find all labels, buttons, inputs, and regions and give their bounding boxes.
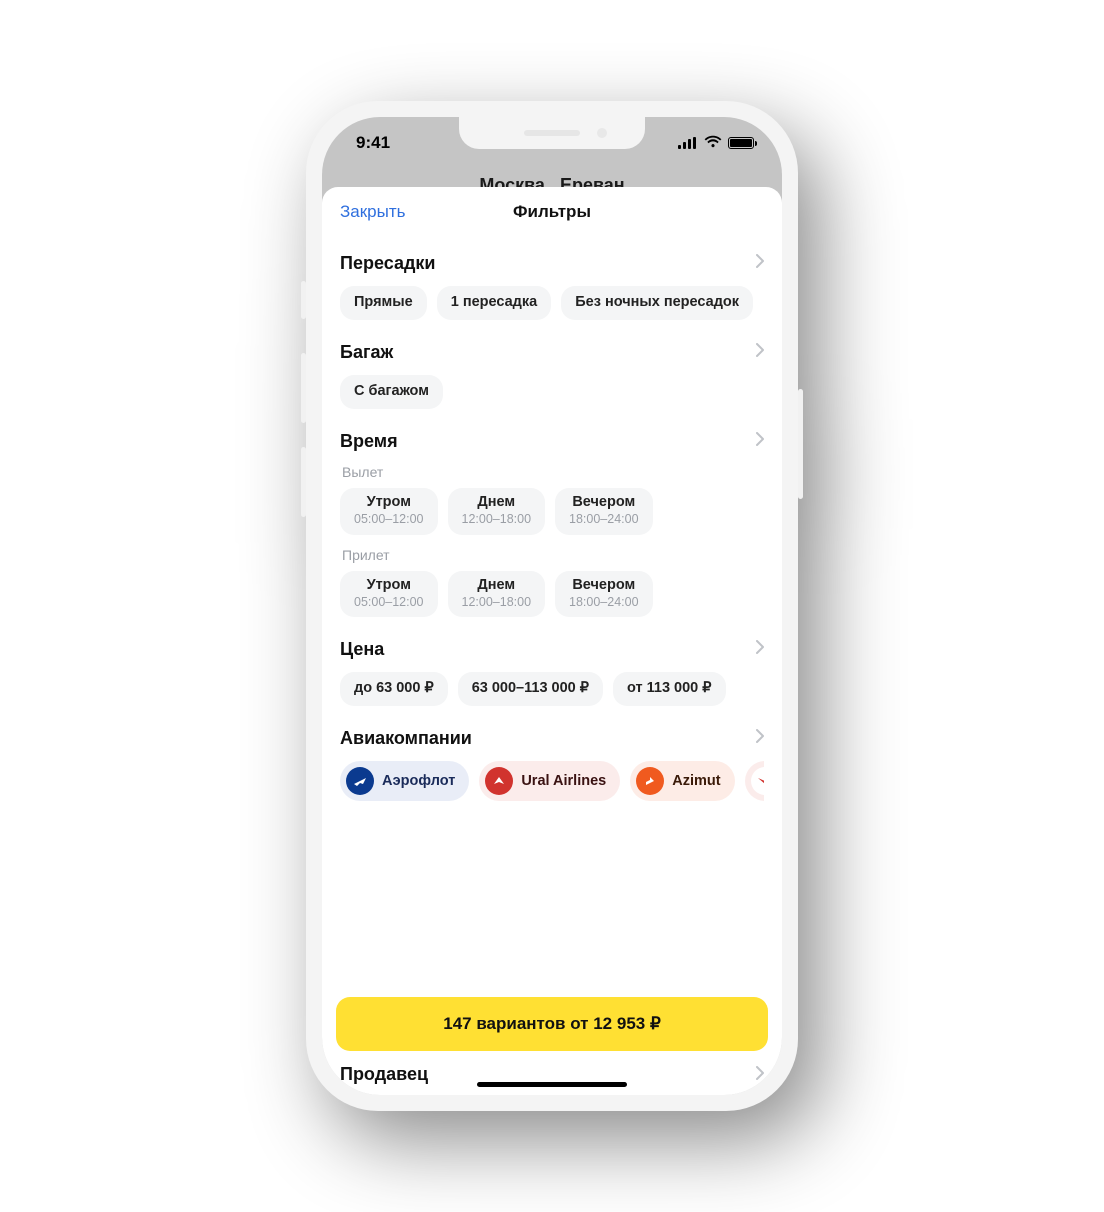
section-price-row[interactable]: Цена [340,639,764,660]
airline-logo-icon [346,767,374,795]
airline-logo-icon [485,767,513,795]
airline-logo-icon [751,767,764,795]
chip-dep-day[interactable]: Днем 12:00–18:00 [448,488,546,535]
chip-arr-evening[interactable]: Вечером 18:00–24:00 [555,571,653,618]
section-transfers-row[interactable]: Пересадки [340,253,764,274]
section-time: Время Вылет Утром 05:00–12:00 Дне [322,415,782,623]
section-price-title: Цена [340,639,384,660]
close-button[interactable]: Закрыть [340,187,405,237]
home-indicator[interactable] [477,1082,627,1087]
chip-no-night[interactable]: Без ночных пересадок [561,286,753,320]
section-transfers-title: Пересадки [340,253,435,274]
chevron-right-icon [756,1064,764,1085]
chip-dep-morning[interactable]: Утром 05:00–12:00 [340,488,438,535]
section-price: Цена до 63 000 ₽ 63 000–113 000 ₽ от 113… [322,623,782,712]
chip-airline-aeroflot[interactable]: Аэрофлот [340,761,469,801]
chevron-right-icon [756,640,764,659]
chip-price-high[interactable]: от 113 000 ₽ [613,672,726,706]
section-airlines-title: Авиакомпании [340,728,472,749]
sheet-header: Закрыть Фильтры [322,187,782,237]
chip-airline-azimut[interactable]: Azimut [630,761,734,801]
speaker [524,130,580,136]
phone-mockup: 9:41 Москва Ереван Закрыть Фильтры [306,101,798,1111]
section-time-row[interactable]: Время [340,431,764,452]
notch [459,117,645,149]
departure-label: Вылет [342,464,764,480]
chip-price-low[interactable]: до 63 000 ₽ [340,672,448,706]
chip-price-mid[interactable]: 63 000–113 000 ₽ [458,672,603,706]
status-time: 9:41 [356,133,390,153]
sheet-body: Пересадки Прямые 1 пересадка Без ночных … [322,237,782,1095]
screen: 9:41 Москва Ереван Закрыть Фильтры [322,117,782,1095]
front-camera [597,128,607,138]
filters-sheet: Закрыть Фильтры Пересадки Прямые [322,187,782,1095]
chip-arr-morning[interactable]: Утром 05:00–12:00 [340,571,438,618]
chevron-right-icon [756,343,764,362]
volume-up-button [301,353,306,423]
section-baggage-row[interactable]: Багаж [340,342,764,363]
chip-airline-more[interactable] [745,761,764,801]
chip-with-baggage[interactable]: С багажом [340,375,443,409]
section-time-title: Время [340,431,398,452]
section-airlines: Авиакомпании Аэрофлот [322,712,782,807]
volume-down-button [301,447,306,517]
airline-logo-icon [636,767,664,795]
chip-airline-ural[interactable]: Ural Airlines [479,761,620,801]
section-transfers: Пересадки Прямые 1 пересадка Без ночных … [322,237,782,326]
arrival-label: Прилет [342,547,764,563]
airlines-chips: Аэрофлот Ural Airlines [340,761,764,801]
section-seller-title: Продавец [340,1064,428,1085]
chevron-right-icon [756,729,764,748]
departure-chips: Утром 05:00–12:00 Днем 12:00–18:00 Вечер… [340,488,764,535]
silent-switch [301,281,306,319]
cell-signal-icon [678,137,698,149]
power-button [798,389,803,499]
phone-frame: 9:41 Москва Ереван Закрыть Фильтры [306,101,798,1111]
chip-dep-evening[interactable]: Вечером 18:00–24:00 [555,488,653,535]
section-airlines-row[interactable]: Авиакомпании [340,728,764,749]
cta-wrap: 147 вариантов от 12 953 ₽ [322,997,782,1051]
baggage-chips: С багажом [340,375,764,409]
wifi-icon [704,133,722,153]
scroll-area[interactable]: Пересадки Прямые 1 пересадка Без ночных … [322,237,782,1095]
chip-one-stop[interactable]: 1 пересадка [437,286,551,320]
section-baggage: Багаж С багажом [322,326,782,415]
section-baggage-title: Багаж [340,342,393,363]
price-chips: до 63 000 ₽ 63 000–113 000 ₽ от 113 000 … [340,672,764,706]
arrival-chips: Утром 05:00–12:00 Днем 12:00–18:00 Вечер… [340,571,764,618]
sheet-title: Фильтры [513,202,591,222]
chevron-right-icon [756,432,764,451]
chip-arr-day[interactable]: Днем 12:00–18:00 [448,571,546,618]
chevron-right-icon [756,254,764,273]
show-results-button[interactable]: 147 вариантов от 12 953 ₽ [336,997,768,1051]
chip-direct[interactable]: Прямые [340,286,427,320]
battery-icon [728,137,754,149]
transfers-chips: Прямые 1 пересадка Без ночных пересадок [340,286,764,320]
